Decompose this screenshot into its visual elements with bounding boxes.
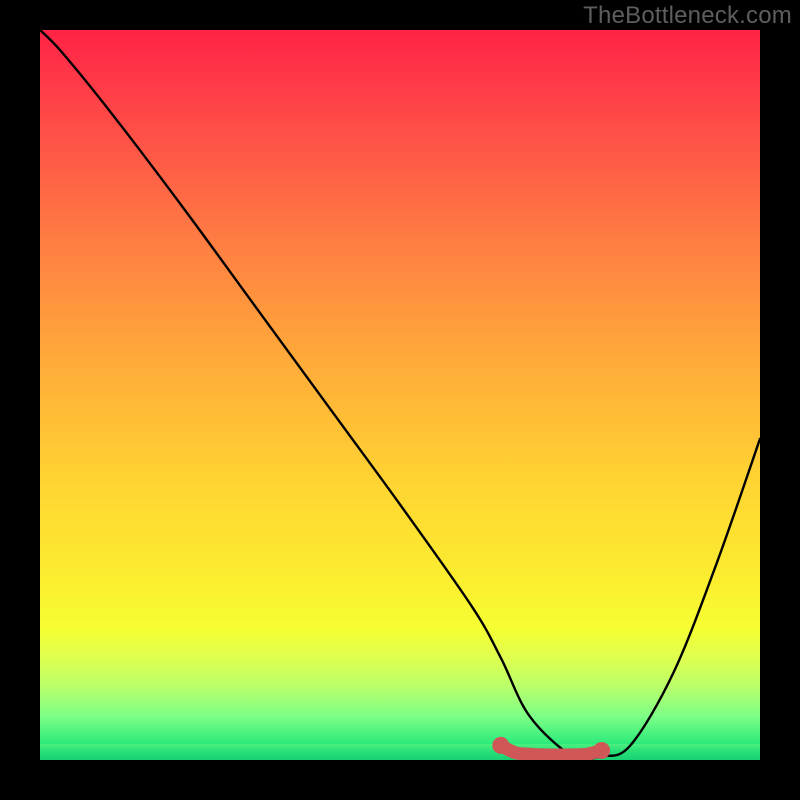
plot-area	[40, 30, 760, 760]
chart-frame: TheBottleneck.com	[0, 0, 800, 800]
bottleneck-curve	[40, 30, 760, 760]
optimal-range-endpoint	[492, 737, 509, 754]
watermark-text: TheBottleneck.com	[583, 2, 792, 30]
curve-layer	[40, 30, 760, 760]
optimal-range-endpoint	[593, 742, 610, 759]
optimal-range-line	[501, 745, 602, 755]
